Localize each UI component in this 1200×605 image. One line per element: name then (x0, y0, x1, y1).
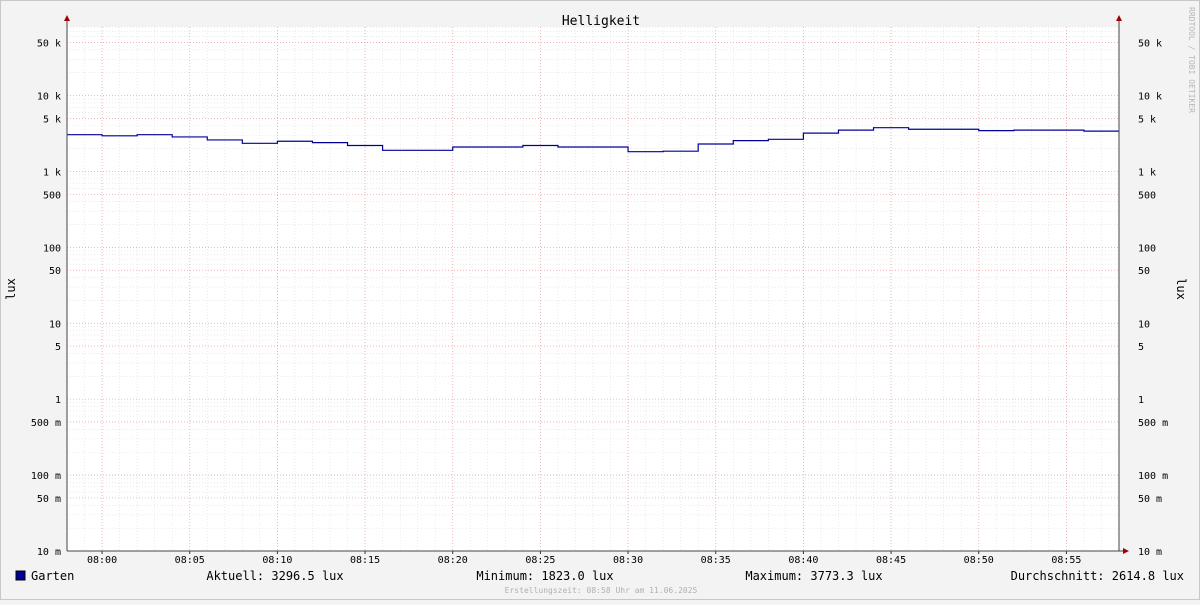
x-tick-label: 08:15 (350, 555, 380, 566)
chart-title: Helligkeit (562, 14, 640, 29)
x-tick-label: 08:10 (262, 555, 292, 566)
y-axis-arrow-left (64, 15, 70, 21)
legend-series-label: Garten (31, 569, 74, 583)
stat-average: Durchschnitt: 2614.8 lux (1011, 569, 1184, 583)
y-tick-label-right: 1 k (1138, 167, 1156, 178)
y-tick-label-left: 10 (49, 319, 61, 330)
y-tick-label-right: 50 (1138, 266, 1150, 277)
x-tick-label: 08:20 (438, 555, 468, 566)
x-tick-label: 08:45 (876, 555, 906, 566)
y-axis-label-left: lux (4, 278, 18, 300)
x-tick-label: 08:40 (788, 555, 818, 566)
y-tick-label-left: 500 m (31, 418, 61, 429)
y-tick-label-left: 100 (43, 243, 61, 254)
y-axis-arrow-right (1116, 15, 1122, 21)
y-tick-label-left: 5 (55, 342, 61, 353)
legend-swatch-garten (15, 570, 26, 581)
y-tick-label-right: 1 (1138, 395, 1144, 406)
y-tick-label-left: 5 k (43, 114, 61, 125)
y-tick-label-left: 100 m (31, 471, 61, 482)
x-tick-label: 08:05 (175, 555, 205, 566)
y-tick-label-right: 50 k (1138, 38, 1162, 49)
y-tick-label-left: 500 (43, 190, 61, 201)
y-tick-label-right: 10 (1138, 319, 1150, 330)
y-tick-label-right: 50 m (1138, 494, 1162, 505)
y-tick-label-left: 1 k (43, 167, 61, 178)
y-tick-label-left: 50 m (37, 494, 61, 505)
y-tick-label-right: 5 k (1138, 114, 1156, 125)
chart-frame: 08:00 08:05 08:10 08:15 08:20 08:25 08:30 08:35… (0, 0, 1200, 600)
y-tick-label-right: 100 (1138, 243, 1156, 254)
y-tick-label-right: 100 m (1138, 471, 1168, 482)
y-tick-label-left: 50 (49, 266, 61, 277)
x-tick-label: 08:25 (525, 555, 555, 566)
y-tick-label-right: 500 (1138, 190, 1156, 201)
creation-time: Erstellungszeit: 08:58 Uhr am 11.06.2025 (505, 586, 698, 595)
x-tick-label: 08:50 (964, 555, 994, 566)
y-tick-label-left: 10 m (37, 547, 61, 558)
y-axis-label-right: lux (1174, 278, 1188, 300)
x-tick-label: 08:00 (87, 555, 117, 566)
y-tick-label-left: 1 (55, 395, 61, 406)
x-tick-label: 08:35 (701, 555, 731, 566)
y-tick-label-right: 10 m (1138, 547, 1162, 558)
y-tick-label-right: 10 k (1138, 92, 1162, 103)
y-tick-label-left: 50 k (37, 38, 61, 49)
watermark: RRDTOOL / TOBI OETIKER (1187, 7, 1196, 113)
y-tick-label-right: 5 (1138, 342, 1144, 353)
stat-maximum: Maximum: 3773.3 lux (745, 569, 882, 583)
x-tick-label: 08:30 (613, 555, 643, 566)
x-tick-label: 08:55 (1051, 555, 1081, 566)
stat-current: Aktuell: 3296.5 lux (206, 569, 343, 583)
x-axis-arrow (1123, 548, 1129, 554)
y-tick-label-left: 10 k (37, 92, 61, 103)
brightness-chart: 08:00 08:05 08:10 08:15 08:20 08:25 08:30 08:35… (4, 7, 1196, 595)
stat-minimum: Minimum: 1823.0 lux (476, 569, 613, 583)
y-tick-label-right: 500 m (1138, 418, 1168, 429)
